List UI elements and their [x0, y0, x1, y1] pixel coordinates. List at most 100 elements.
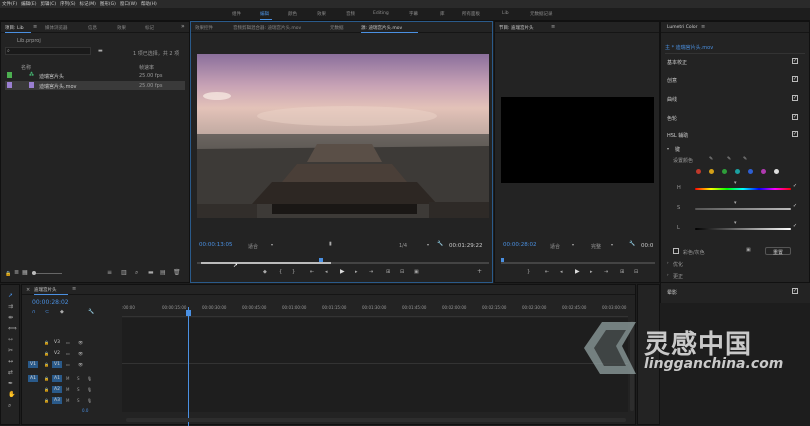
menu-item[interactable]: 窗口(W)	[120, 1, 137, 7]
pen-icon[interactable]: ✒	[8, 381, 13, 387]
tab-effects[interactable]: 效果	[117, 25, 126, 31]
program-scrub-bar[interactable]	[501, 262, 655, 264]
close-icon[interactable]: ×	[26, 287, 30, 293]
menu-item[interactable]: 剪辑(C)	[40, 1, 56, 7]
tab-program[interactable]: 节目: 迪瑞宫片头	[499, 25, 533, 31]
sort-icon[interactable]: ≡	[107, 270, 112, 276]
ripple-edit-icon[interactable]: ⇹	[8, 315, 13, 321]
add-marker-icon[interactable]: ◆	[263, 269, 267, 275]
track-label[interactable]: A1	[52, 375, 62, 382]
swatch-green[interactable]	[722, 169, 727, 174]
menu-icon[interactable]: ≡	[72, 286, 76, 292]
new-item-icon[interactable]: ▤	[160, 270, 166, 276]
swatch-cyan[interactable]	[735, 169, 740, 174]
chevron-down-icon[interactable]: ▾	[667, 146, 669, 152]
step-forward-icon[interactable]: ▸	[355, 269, 358, 275]
track-label[interactable]: A2	[52, 386, 62, 393]
swatch-white[interactable]	[774, 169, 779, 174]
search-input[interactable]	[5, 47, 91, 55]
tab-markers[interactable]: 标记	[145, 25, 154, 31]
workspace-tab[interactable]: 编辑	[260, 11, 269, 17]
mark-in-icon[interactable]: {	[279, 269, 282, 275]
quality-dropdown[interactable]: 完整	[591, 243, 601, 250]
track-header[interactable]: V1 🔒 V1 ▭ 👁	[22, 360, 122, 370]
mute-icon[interactable]: M	[66, 376, 69, 381]
rolling-edit-icon[interactable]: ⟺	[8, 326, 17, 332]
workspace-tab[interactable]: 效果	[317, 11, 326, 17]
section-basic[interactable]: 基本校正	[667, 59, 687, 66]
insert-icon[interactable]: ⊞	[386, 269, 390, 275]
mic-icon[interactable]: 🎙	[87, 398, 92, 404]
zoom-icon[interactable]: ⌕	[8, 403, 11, 409]
selection-tool-icon[interactable]: ➚	[8, 293, 13, 299]
step-forward-icon[interactable]: ▸	[590, 269, 593, 275]
workspace-tab[interactable]: 所有面板	[462, 11, 480, 17]
tab-lumetri[interactable]: Lumetri Color	[667, 25, 697, 30]
menu-item[interactable]: 图形(G)	[100, 1, 116, 7]
lock-icon[interactable]: 🔒	[44, 398, 49, 404]
menu-item[interactable]: 序列(S)	[60, 1, 75, 7]
fit-dropdown[interactable]: 适合	[248, 243, 258, 250]
solo-icon[interactable]: S	[77, 398, 80, 403]
section-hsl-checkbox[interactable]: ✓	[792, 131, 798, 137]
lock-icon[interactable]: 🔒	[44, 387, 49, 393]
tab-info[interactable]: 信息	[88, 25, 97, 31]
row-h-checkbox[interactable]: ✓	[792, 184, 798, 190]
lock-icon[interactable]: 🔒	[5, 271, 11, 277]
workspace-tab[interactable]: 库	[440, 11, 445, 17]
snap-icon[interactable]: ∩	[32, 309, 36, 315]
luma-handle[interactable]: ▾	[734, 220, 737, 226]
bin-icon[interactable]: ▬	[148, 270, 154, 276]
swatch-red[interactable]	[696, 169, 701, 174]
extract-icon[interactable]: ⊟	[634, 269, 638, 275]
step-back-icon[interactable]: ◂	[325, 269, 328, 275]
list-item[interactable]: ⁂ 迪瑞宫片头 25.00 fps	[5, 71, 185, 80]
list-view-icon[interactable]: ≣	[14, 270, 19, 276]
slide-icon[interactable]: ⇄	[8, 370, 13, 376]
section-creative[interactable]: 创意	[667, 77, 677, 84]
play-icon[interactable]: ▶	[340, 269, 345, 275]
swatch-blue[interactable]	[748, 169, 753, 174]
tab-media-browser[interactable]: 媒体浏览器	[45, 25, 68, 31]
menu-icon[interactable]: ≡	[33, 24, 37, 30]
sync-lock-icon[interactable]: ▭	[66, 340, 70, 346]
timeline-timecode[interactable]: 00:00:28:02	[32, 299, 69, 306]
section-hsl[interactable]: HSL 辅助	[667, 132, 688, 139]
wrench-icon[interactable]: 🔧	[88, 309, 94, 315]
chevron-right-icon[interactable]: ›	[667, 260, 669, 266]
track-header[interactable]: 🔒 V3 ▭ 👁	[22, 338, 122, 348]
menu-icon[interactable]: ≡	[701, 24, 705, 30]
workspace-tab[interactable]: Editing	[373, 11, 389, 16]
lock-icon[interactable]: 🔒	[44, 376, 49, 382]
icon-view-icon[interactable]: ▦	[22, 270, 28, 276]
hand-icon[interactable]: ✋	[8, 392, 15, 398]
zoom-slider[interactable]	[32, 273, 62, 274]
lock-icon[interactable]: 🔒	[44, 362, 49, 368]
wrench-icon[interactable]: 🔧	[629, 241, 635, 247]
workspace-tab[interactable]: 组件	[232, 11, 241, 17]
refine-label[interactable]: 优化	[673, 261, 683, 268]
track-label[interactable]: V2	[52, 350, 62, 357]
track-header[interactable]: 🔒 V2 ▭ 👁	[22, 349, 122, 359]
section-creative-checkbox[interactable]: ✓	[792, 76, 798, 82]
mute-icon[interactable]: M	[66, 398, 69, 403]
eye-icon[interactable]: 👁	[78, 340, 83, 346]
section-wheels-checkbox[interactable]: ✓	[792, 114, 798, 120]
show-mask-checkbox[interactable]	[673, 248, 679, 254]
chevron-right-icon[interactable]: ›	[667, 272, 669, 278]
go-to-out-icon[interactable]: ⇥	[604, 269, 608, 275]
tab-sequence[interactable]: 迪瑞宫片头	[34, 287, 57, 293]
source-timecode-in[interactable]: 00:00:13:05	[199, 242, 233, 248]
tab-metadata[interactable]: 元数据	[330, 25, 344, 31]
clip-selector[interactable]: 主 * 迪瑞宫片头.mov	[665, 44, 713, 51]
saturation-handle[interactable]: ▾	[734, 200, 737, 206]
section-vignette[interactable]: 晕影	[667, 289, 677, 296]
track-header[interactable]: 🔒 A2 M S 🎙	[22, 385, 122, 395]
eyedropper-icon[interactable]: ✎	[709, 156, 713, 162]
find-icon[interactable]: ⌕	[135, 270, 138, 276]
list-item[interactable]: 迪瑞宫片头.mov 25.00 fps	[5, 81, 185, 90]
eye-icon[interactable]: 👁	[78, 351, 83, 357]
mic-icon[interactable]: 🎙	[87, 376, 92, 382]
razor-icon[interactable]: ✂	[8, 348, 13, 354]
rate-stretch-icon[interactable]: ⇿	[8, 337, 13, 343]
